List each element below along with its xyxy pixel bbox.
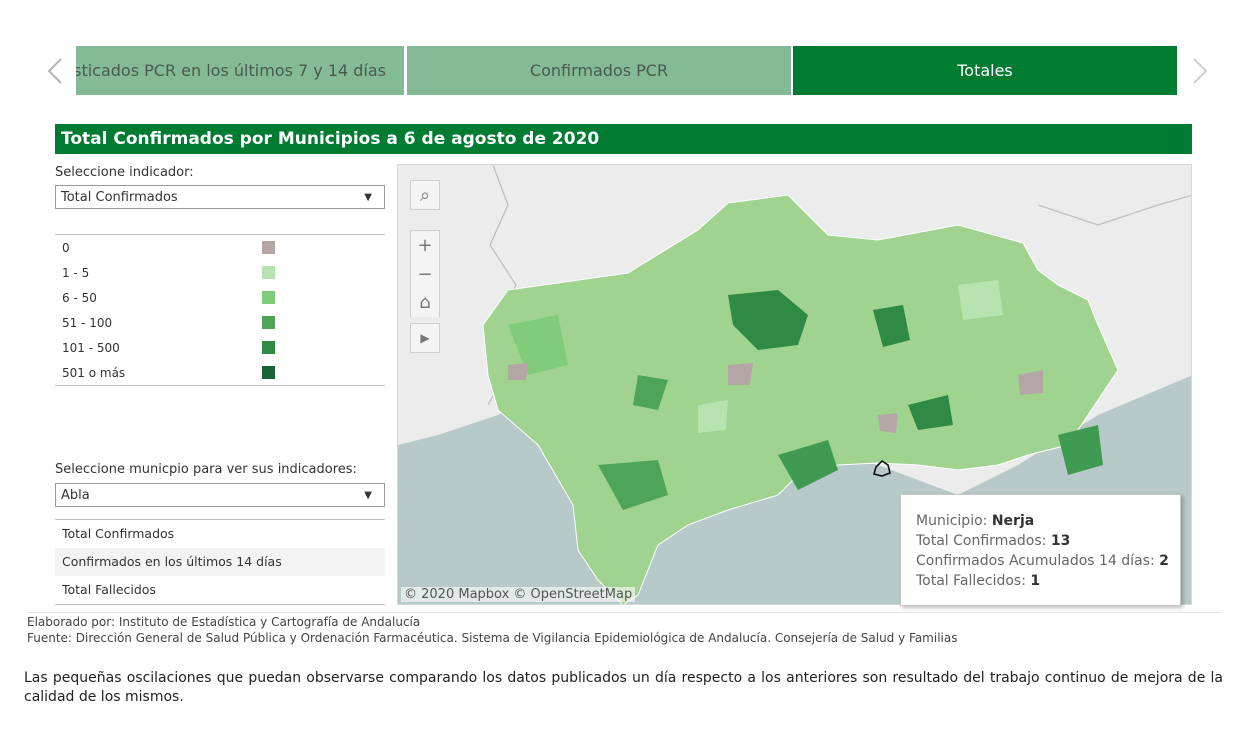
legend-item[interactable]: 101 - 500	[62, 335, 382, 360]
region-zero-4	[508, 363, 528, 380]
legend-label: 51 - 100	[62, 315, 113, 330]
legend-item[interactable]: 501 o más	[62, 360, 382, 385]
municipality-label: Seleccione municpio para ver sus indicad…	[55, 462, 357, 477]
caret-down-icon: ▼	[364, 192, 372, 203]
map-legend: 0 1 - 5 6 - 50 51 - 100 101 - 500 501 o …	[55, 234, 385, 386]
home-icon: ⌂	[419, 291, 431, 313]
municipality-select[interactable]: Abla ▼	[55, 483, 385, 507]
region-zero-1	[728, 363, 753, 385]
tooltip-label: Total Confirmados:	[916, 533, 1047, 549]
footer-divider	[27, 612, 1222, 613]
carousel-next-button[interactable]	[1185, 46, 1215, 96]
tab-totales[interactable]: Totales	[793, 46, 1177, 95]
play-icon: ▶	[420, 331, 430, 345]
zoom-out-button[interactable]: −	[410, 259, 440, 289]
tooltip-value: Nerja	[991, 513, 1035, 529]
tooltip-value: 1	[1030, 573, 1041, 589]
legend-item[interactable]: 51 - 100	[62, 310, 382, 335]
tab-label: osticados PCR en los últimos 7 y 14 días	[76, 61, 386, 80]
chevron-left-icon	[47, 58, 62, 84]
municipality-select-value: Abla	[61, 488, 90, 503]
legend-swatch	[262, 241, 275, 254]
tooltip-total: Total Confirmados: 13	[916, 531, 1180, 551]
indicator-total-fallecidos[interactable]: Total Fallecidos	[55, 576, 385, 604]
legend-swatch	[262, 291, 275, 304]
plus-icon: +	[417, 235, 433, 256]
minus-icon: −	[417, 263, 433, 285]
disclaimer-note: Las pequeñas oscilaciones que puedan obs…	[24, 670, 1223, 705]
tab-confirmados-pcr[interactable]: Confirmados PCR	[407, 46, 791, 95]
credits-source: Fuente: Dirección General de Salud Públi…	[27, 631, 958, 645]
carousel-prev-button[interactable]	[40, 46, 70, 96]
credits: Elaborado por: Instituto de Estadística …	[27, 614, 957, 646]
legend-label: 0	[62, 240, 70, 255]
indicator-select-value: Total Confirmados	[61, 190, 178, 205]
map-search-button[interactable]: ⌕	[410, 180, 440, 210]
legend-swatch	[262, 341, 275, 354]
legend-swatch	[262, 366, 275, 379]
indicator-confirmados-14-dias[interactable]: Confirmados en los últimos 14 días	[55, 548, 385, 576]
legend-swatch	[262, 316, 275, 329]
tab-carousel: osticados PCR en los últimos 7 y 14 días…	[40, 46, 1220, 96]
zoom-in-button[interactable]: +	[410, 230, 440, 260]
legend-item[interactable]: 6 - 50	[62, 285, 382, 310]
legend-item[interactable]: 1 - 5	[62, 260, 382, 285]
map-attribution[interactable]: © 2020 Mapbox © OpenStreetMap	[401, 587, 636, 602]
map-tooltip: Municipio: Nerja Total Confirmados: 13 C…	[900, 494, 1181, 606]
legend-label: 101 - 500	[62, 340, 120, 355]
region-zero-2	[878, 413, 898, 433]
chevron-right-icon	[1193, 58, 1208, 84]
caret-down-icon: ▼	[364, 490, 372, 501]
tooltip-value: 2	[1159, 553, 1169, 569]
page-title: Total Confirmados por Municipios a 6 de …	[55, 124, 1192, 154]
map-play-button[interactable]: ▶	[410, 323, 440, 353]
legend-label: 501 o más	[62, 365, 126, 380]
legend-swatch	[262, 266, 275, 279]
tooltip-fallecidos: Total Fallecidos: 1	[916, 571, 1180, 591]
indicator-label: Seleccione indicador:	[55, 165, 194, 180]
legend-label: 6 - 50	[62, 290, 97, 305]
tooltip-label: Confirmados Acumulados 14 días:	[916, 553, 1155, 569]
indicators-list: Total Confirmados Confirmados en los últ…	[55, 519, 385, 605]
legend-item[interactable]: 0	[62, 235, 382, 260]
tab-diagnosticados-pcr[interactable]: osticados PCR en los últimos 7 y 14 días	[76, 46, 404, 95]
tooltip-municipio: Municipio: Nerja	[916, 511, 1180, 531]
indicator-total-confirmados[interactable]: Total Confirmados	[55, 520, 385, 548]
region-light-2	[698, 400, 728, 433]
tooltip-value: 13	[1050, 533, 1071, 549]
region-light-1	[958, 280, 1003, 320]
tab-label: Totales	[957, 61, 1013, 80]
tooltip-label: Total Fallecidos:	[916, 573, 1026, 589]
search-icon: ⌕	[419, 184, 431, 206]
legend-label: 1 - 5	[62, 265, 90, 280]
indicator-select[interactable]: Total Confirmados ▼	[55, 185, 385, 209]
credits-author: Elaborado por: Instituto de Estadística …	[27, 615, 421, 629]
home-button[interactable]: ⌂	[410, 287, 440, 317]
tooltip-acumulados: Confirmados Acumulados 14 días: 2	[916, 551, 1180, 571]
tab-label: Confirmados PCR	[529, 61, 669, 80]
tooltip-label: Municipio:	[916, 513, 988, 529]
